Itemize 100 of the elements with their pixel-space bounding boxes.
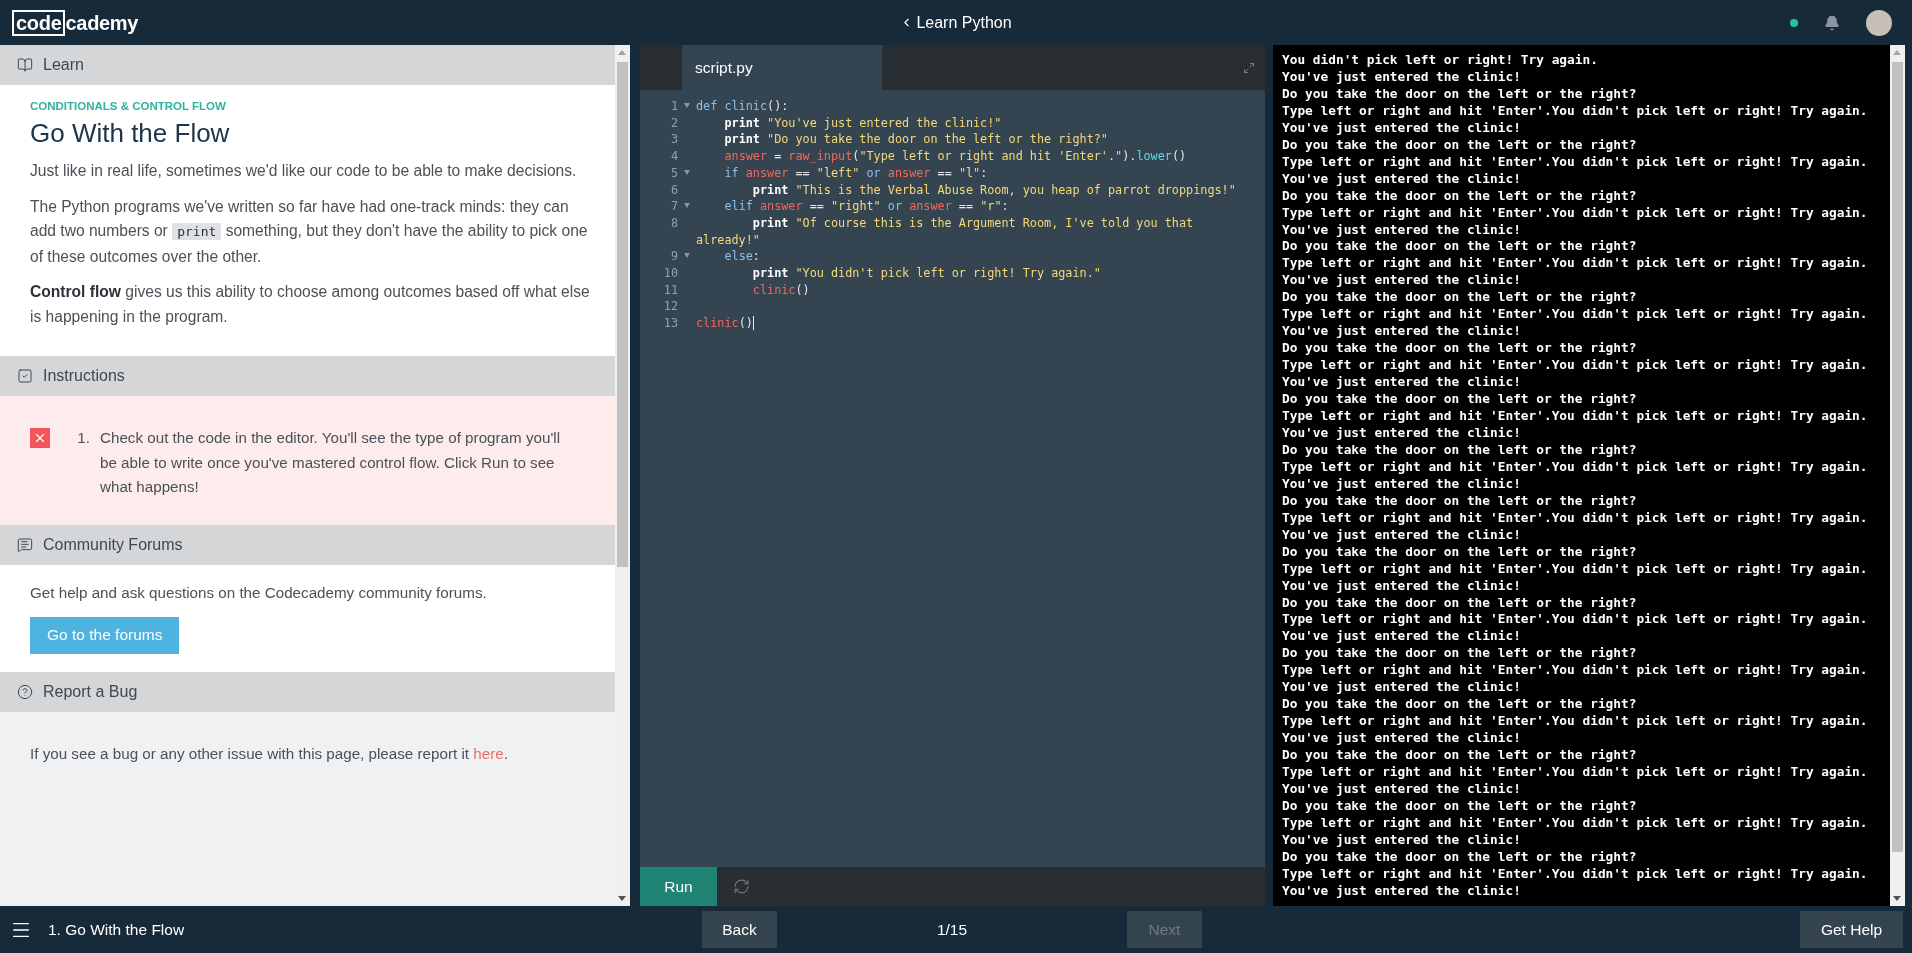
output-line: Type left or right and hit 'Enter'.You didn't pick left or right! Try again. [1282, 255, 1869, 273]
output-line: You didn't pick left or right! Try again. [1282, 52, 1599, 69]
output-line: You've just entered the clinic! [1282, 679, 1522, 697]
output-line: Do you take the door on the left or the right? [1282, 187, 1638, 205]
output-line: You've just entered the clinic! [1282, 882, 1522, 900]
bug-report-text: If you see a bug or any other issue with this page, please report it here. [30, 743, 509, 764]
line-number: 13 [662, 315, 678, 332]
code-line: print "You've just entered the clinic!" [723, 114, 1003, 132]
output-line: Type left or right and hit 'Enter'.You didn't pick left or right! Try again. [1282, 357, 1869, 375]
output-line: Do you take the door on the left or the right? [1282, 289, 1638, 307]
line-number: 5 [669, 164, 678, 182]
run-button[interactable]: Run [640, 867, 717, 906]
code-line: clinic() [751, 281, 811, 299]
checkbox-icon [17, 368, 33, 384]
output-line: Do you take the door on the left or the right? [1282, 238, 1638, 256]
output-line: Type left or right and hit 'Enter'.You didn't pick left or right! Try again. [1282, 306, 1869, 324]
lesson-category: CONDITIONALS & CONTROL FLOW [30, 100, 227, 112]
output-line: You've just entered the clinic! [1282, 68, 1522, 86]
output-line: Do you take the door on the left or the right? [1282, 492, 1638, 510]
instruction-text: Check out the code in the editor. You'll see the type of program you'll be able to write once you've mastered control flow. Click Run to see what happens! [100, 428, 562, 497]
question-icon [17, 683, 33, 700]
progress-counter: 1/15 [936, 920, 968, 939]
code-line: else: [723, 248, 761, 266]
code-line: def clinic(): [696, 98, 790, 115]
line-number: 11 [662, 281, 678, 299]
bell-icon[interactable] [1824, 14, 1840, 31]
line-number: 1 [669, 98, 678, 115]
line-number: 7 [669, 198, 678, 215]
output-line: Do you take the door on the left or the right? [1282, 747, 1638, 765]
output-line: Type left or right and hit 'Enter'.You didn't pick left or right! Try again. [1282, 560, 1869, 578]
line-number: 4 [669, 148, 678, 165]
output-line: Do you take the door on the left or the right? [1282, 645, 1638, 663]
output-line: Type left or right and hit 'Enter'.You didn't pick left or right! Try again. [1282, 204, 1869, 222]
output-line: Do you take the door on the left or the right? [1282, 340, 1638, 358]
code-line: print "Of course this is the Argument Room, I've told you that already!" [696, 214, 1195, 249]
output-line: Do you take the door on the left or the right? [1282, 441, 1638, 459]
output-line: You've just entered the clinic! [1282, 323, 1522, 341]
line-number: 2 [669, 114, 678, 132]
code-line: print "Do you take the door on the left or the right?" [723, 131, 1109, 149]
code-line: clinic() [696, 315, 755, 332]
output-line: You've just entered the clinic! [1282, 119, 1522, 137]
section-title: Instructions [43, 367, 125, 385]
output-line: Do you take the door on the left or the right? [1282, 85, 1638, 103]
fold-arrow-icon[interactable] [684, 253, 690, 259]
output-line: You've just entered the clinic! [1282, 170, 1522, 188]
output-line: You've just entered the clinic! [1282, 374, 1522, 392]
output-line: You've just entered the clinic! [1282, 730, 1522, 748]
output-line: You've just entered the clinic! [1282, 526, 1522, 544]
output-line: You've just entered the clinic! [1282, 475, 1522, 493]
course-link[interactable]: Learn Python [900, 13, 1012, 32]
lesson-title: Go With the Flow [30, 118, 231, 149]
output-line: You've just entered the clinic! [1282, 628, 1522, 646]
line-number: 12 [662, 298, 678, 316]
logo[interactable]: code cademy [12, 9, 901, 36]
output-line: Type left or right and hit 'Enter'.You didn't pick left or right! Try again. [1282, 662, 1869, 680]
output-line: Type left or right and hit 'Enter'.You didn't pick left or right! Try again. [1282, 153, 1869, 171]
code-line: print "You didn't pick left or right! Try again." [751, 265, 1102, 282]
instruction-number: 1. [76, 428, 90, 448]
code-line: answer = raw_input("Type left or right and hit 'Enter'.").lower() [723, 148, 1188, 165]
forums-text: Get help and ask questions on the Codecademy community forums. [30, 582, 488, 603]
output-line: Do you take the door on the left or the right? [1282, 696, 1638, 714]
code-line: print "This is the Verbal Abuse Room, you heap of parrot droppings!" [751, 181, 1237, 199]
output-line: Type left or right and hit 'Enter'.You didn't pick left or right! Try again. [1282, 458, 1869, 476]
output-line: You've just entered the clinic! [1282, 577, 1522, 595]
section-title: Report a Bug [43, 682, 138, 701]
lesson-name: 1. Go With the Flow [48, 920, 185, 939]
output-line: Type left or right and hit 'Enter'.You didn't pick left or right! Try again. [1282, 865, 1869, 883]
output-line: Type left or right and hit 'Enter'.You didn't pick left or right! Try again. [1282, 713, 1869, 731]
output-line: You've just entered the clinic! [1282, 831, 1522, 849]
fold-arrow-icon[interactable] [684, 103, 690, 108]
fold-arrow-icon[interactable] [684, 203, 690, 209]
line-number: 9 [669, 248, 678, 266]
speech-bubble-icon [17, 536, 33, 553]
output-line: Type left or right and hit 'Enter'.You didn't pick left or right! Try again. [1282, 764, 1869, 781]
output-line: Do you take the door on the left or the right? [1282, 594, 1638, 612]
lesson-paragraph: Just like in real life, sometimes we'd like our code to be able to make decisions. [30, 161, 578, 181]
fold-arrow-icon[interactable] [684, 169, 690, 175]
line-number: 8 [669, 214, 678, 232]
scrollbar[interactable] [1890, 45, 1905, 906]
output-line: Type left or right and hit 'Enter'.You didn't pick left or right! Try again. [1282, 408, 1869, 425]
output-line: Type left or right and hit 'Enter'.You didn't pick left or right! Try again. [1282, 611, 1869, 629]
line-number: 10 [662, 265, 678, 282]
output-line: Type left or right and hit 'Enter'.You didn't pick left or right! Try again. [1282, 509, 1869, 527]
output-line: Do you take the door on the left or the right? [1282, 797, 1638, 815]
line-number: 6 [669, 181, 678, 199]
output-line: You've just entered the clinic! [1282, 424, 1522, 442]
file-tab[interactable]: script.py [682, 45, 882, 90]
avatar[interactable] [1866, 9, 1892, 36]
output-line: Do you take the door on the left or the right? [1282, 848, 1638, 866]
output-line: You've just entered the clinic! [1282, 781, 1522, 798]
status-dot-icon [1790, 18, 1798, 27]
code-line: if answer == "left" or answer == "l": [723, 164, 989, 182]
back-button[interactable]: Back [702, 911, 777, 948]
output-line: Do you take the door on the left or the right? [1282, 391, 1638, 408]
output-line: Do you take the door on the left or the right? [1282, 136, 1638, 154]
code-line: elif answer == "right" or answer == "r": [723, 198, 1010, 215]
output-line: You've just entered the clinic! [1282, 272, 1522, 290]
output-line: Type left or right and hit 'Enter'.You didn't pick left or right! Try again. [1282, 814, 1869, 832]
scrollbar[interactable] [615, 45, 630, 906]
help-button[interactable]: Get Help [1800, 911, 1903, 948]
